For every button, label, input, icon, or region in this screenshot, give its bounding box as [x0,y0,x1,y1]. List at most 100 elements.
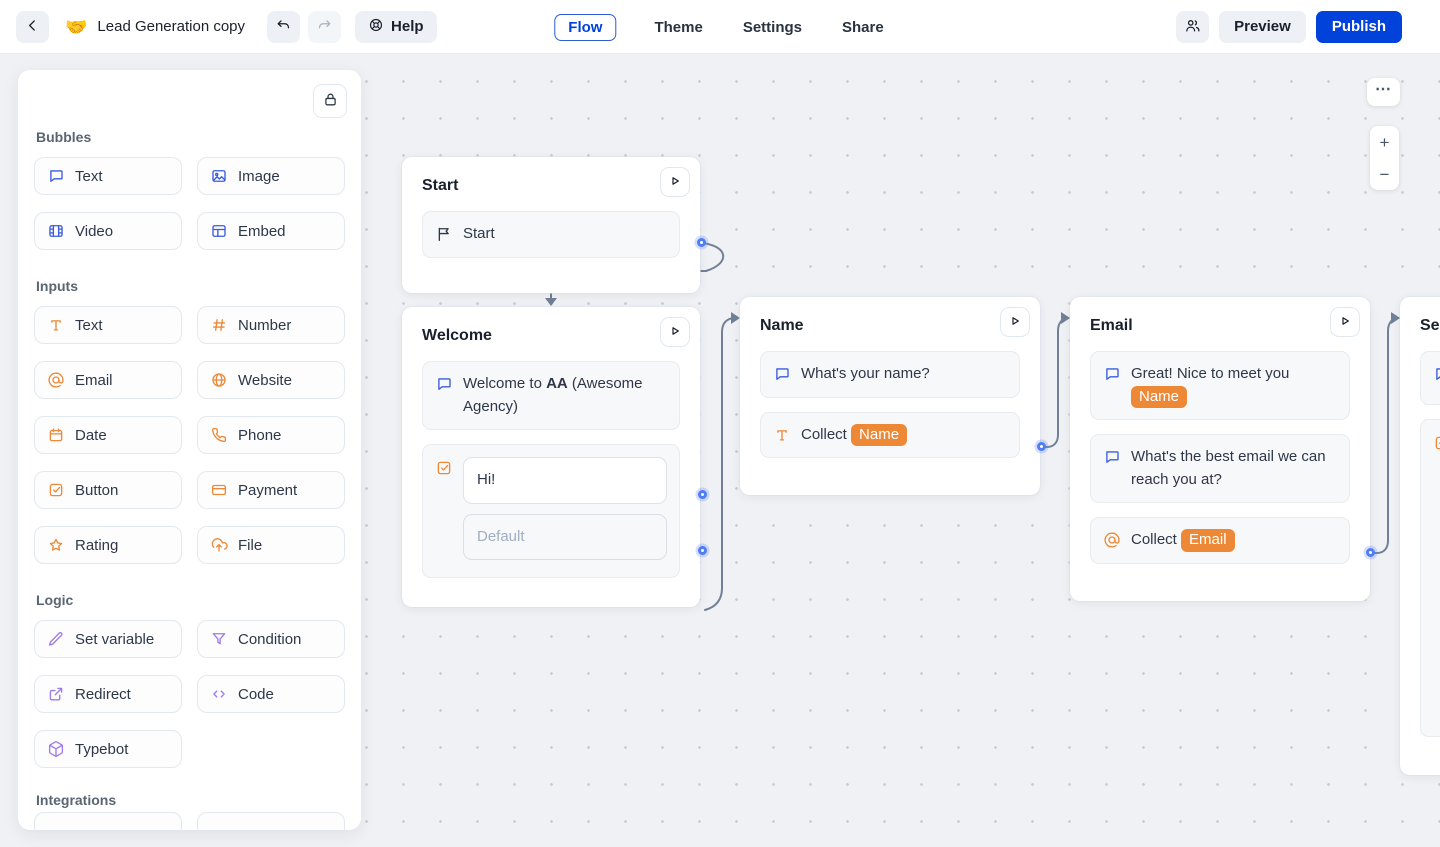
redo-icon [316,17,333,37]
connection-port[interactable] [698,490,707,499]
text-bubble-block[interactable]: Great! Nice to meet you Name [1090,351,1350,420]
tool-payment[interactable]: Payment [197,471,345,509]
tool-phone[interactable]: Phone [197,416,345,454]
tool-file[interactable]: File [197,526,345,564]
tool-website[interactable]: Website [197,361,345,399]
bot-title[interactable]: Lead Generation copy [97,18,245,35]
undo-icon [275,17,292,37]
credit-card-icon [210,481,228,499]
tool-integration[interactable] [197,812,345,830]
publish-button[interactable]: Publish [1316,11,1402,43]
tool-set-variable[interactable]: Set variable [34,620,182,658]
tab-settings[interactable]: Settings [741,14,804,41]
edge-arrow-right [1061,312,1070,324]
buttons-input-block[interactable] [1420,419,1440,737]
tool-date[interactable]: Date [34,416,182,454]
tool-redirect[interactable]: Redirect [34,675,182,713]
text-bubble-block[interactable]: Welcome to AA (Awesome Agency) [422,361,680,430]
text-input-icon [47,316,65,334]
node-email[interactable]: Email Great! Nice to meet you Name What'… [1070,297,1370,601]
connection-port[interactable] [698,546,707,555]
flow-canvas[interactable]: BubblesTextImageVideoEmbedInputsTextNumb… [0,54,1440,847]
node-partial-right[interactable]: Se [1400,297,1440,775]
checkbox-icon [47,481,65,499]
tool-label: Website [238,372,292,389]
collaborators-button[interactable] [1176,11,1209,43]
canvas-more-button[interactable]: ⋯ [1367,78,1400,106]
node-welcome[interactable]: Welcome Welcome to AA (Awesome Agency) H… [402,307,700,607]
node-title[interactable]: Start [422,177,680,195]
start-block[interactable]: Start [422,211,680,258]
tool-label: Button [75,482,118,499]
tool-condition[interactable]: Condition [197,620,345,658]
tool-code[interactable]: Code [197,675,345,713]
connection-port[interactable] [697,238,706,247]
email-icon [1103,531,1121,549]
chat-bubble-icon [435,375,453,393]
buttons-input-block[interactable]: Hi! Default [422,444,680,578]
zoom-in-button[interactable]: + [1370,126,1399,158]
tab-flow[interactable]: Flow [554,14,616,41]
edge-arrow-right [1391,312,1400,324]
email-input-block[interactable]: Collect Email [1090,517,1350,564]
blocks-sidebar: BubblesTextImageVideoEmbedInputsTextNumb… [18,70,361,830]
play-node-button[interactable] [1000,307,1030,337]
play-node-button[interactable] [660,167,690,197]
zoom-out-button[interactable]: − [1370,158,1399,190]
node-title[interactable]: Se [1420,317,1440,335]
node-title[interactable]: Welcome [422,327,680,345]
pencil-icon [47,630,65,648]
sidebar-section-title: Inputs [36,278,343,294]
tool-video[interactable]: Video [34,212,182,250]
tool-label: File [238,537,262,554]
play-node-button[interactable] [660,317,690,347]
text-bubble-block[interactable] [1420,351,1440,405]
connection-port[interactable] [1037,442,1046,451]
tool-label: Embed [238,223,286,240]
redo-button[interactable] [308,11,341,43]
back-button[interactable] [16,11,49,43]
tool-typebot[interactable]: Typebot [34,730,182,768]
tool-grid [34,812,345,830]
text-bubble-block[interactable]: What's the best email we can reach you a… [1090,434,1350,503]
tool-image[interactable]: Image [197,157,345,195]
preview-button[interactable]: Preview [1219,11,1306,43]
lock-sidebar-button[interactable] [313,84,347,118]
node-start[interactable]: Start Start [402,157,700,293]
tool-embed[interactable]: Embed [197,212,345,250]
tool-label: Image [238,168,280,185]
tool-grid: Text Image Video Embed [34,157,345,250]
tool-email[interactable]: Email [34,361,182,399]
sidebar-section-title: Integrations [36,792,343,808]
help-button[interactable]: Help [355,11,437,43]
bot-emoji[interactable]: 🤝 [65,18,87,36]
undo-button[interactable] [267,11,300,43]
tool-text[interactable]: Text [34,306,182,344]
choice-item-placeholder[interactable]: Default [463,514,667,561]
text-bubble-block[interactable]: What's your name? [760,351,1020,398]
tool-text[interactable]: Text [34,157,182,195]
email-icon [47,371,65,389]
node-title[interactable]: Email [1090,317,1350,335]
edge-arrow-right [731,312,740,324]
video-icon [47,222,65,240]
variable-badge: Email [1181,529,1235,552]
node-name[interactable]: Name What's your name? Collect Name [740,297,1040,495]
tool-rating[interactable]: Rating [34,526,182,564]
connection-port[interactable] [1366,548,1375,557]
tab-theme[interactable]: Theme [652,14,704,41]
checkbox-icon [435,459,453,477]
play-icon [1007,313,1023,332]
play-node-button[interactable] [1330,307,1360,337]
edge-arrow-down [545,298,557,306]
tool-button[interactable]: Button [34,471,182,509]
tool-label: Text [75,168,103,185]
edge-name-email [1045,318,1069,447]
tool-number[interactable]: Number [197,306,345,344]
choice-item[interactable]: Hi! [463,457,667,504]
tool-label: Phone [238,427,281,444]
tool-integration[interactable] [34,812,182,830]
text-input-block[interactable]: Collect Name [760,412,1020,459]
node-title[interactable]: Name [760,317,1020,335]
tab-share[interactable]: Share [840,14,886,41]
